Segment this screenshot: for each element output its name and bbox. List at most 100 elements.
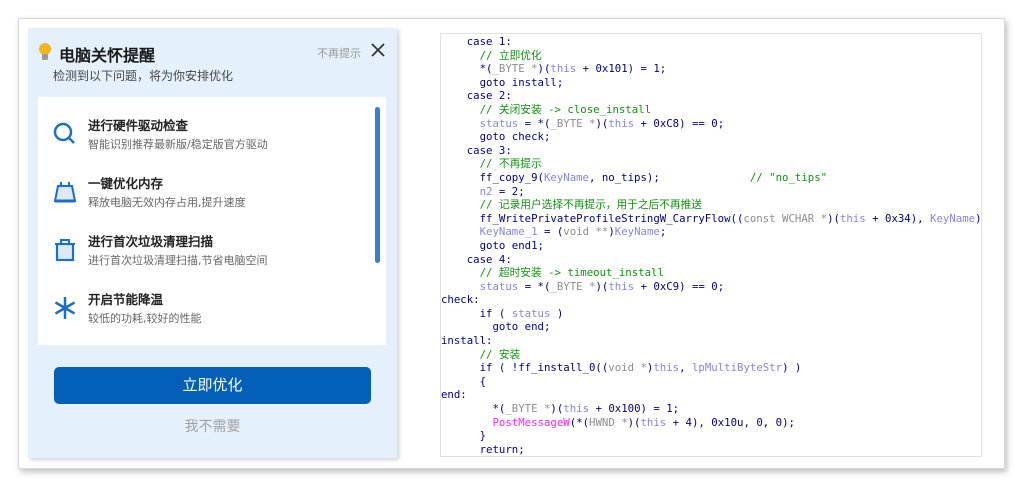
code-token: + 0xC9) == 0;: [634, 279, 725, 293]
code-token: = 2;: [492, 184, 525, 198]
no-thanks-button[interactable]: 我不需要: [28, 416, 397, 436]
code-token: HWND *: [589, 415, 628, 429]
code-token: // 立即优化: [441, 48, 542, 62]
code-line: // 超时安装 -> timeout_install: [441, 266, 981, 280]
trash-icon: [55, 239, 75, 262]
code-token: // 记录用户选择不再提示，用于之后不再推送: [441, 198, 702, 212]
code-token: )(: [550, 402, 564, 416]
code-token: *(: [441, 402, 506, 416]
code-token: = *(: [518, 116, 551, 130]
code-token: this: [563, 402, 590, 416]
code-line: ff_copy_9(KeyName, no_tips); // "no_tips…: [441, 170, 981, 185]
code-line: install:: [441, 334, 981, 348]
lightbulb-icon: [39, 43, 51, 60]
code-token: + 0x34),: [865, 211, 931, 225]
code-token: , no_tips);: [589, 170, 660, 184]
item-title: 一键优化内存: [88, 176, 164, 191]
code-token: + 0x100) = 1;: [589, 402, 680, 416]
code-token: this: [640, 415, 667, 429]
code-line: KeyName_1 = (void **)KeyName;: [441, 225, 981, 239]
code-token: status: [441, 116, 519, 130]
code-token: );: [975, 211, 982, 225]
code-token: _BYTE *: [492, 62, 538, 76]
code-token: PostMessageW: [441, 415, 570, 429]
optimize-now-button[interactable]: 立即优化: [54, 367, 371, 404]
item-desc: 释放电脑无效内存占用,提升速度: [88, 196, 246, 209]
code-line: {: [441, 374, 981, 389]
scrollbar[interactable]: [375, 107, 380, 263]
memory-icon: [53, 182, 77, 203]
code-token: return;: [441, 442, 525, 456]
code-line: goto install;: [441, 76, 981, 90]
code-token: ): [550, 306, 564, 320]
code-token: KeyName: [930, 211, 976, 225]
code-token: status: [511, 306, 551, 320]
code-token: const WCHAR *: [743, 211, 828, 225]
code-line: if ( !ff_install_0((void *)this, lpMulti…: [441, 361, 981, 375]
code-token: void **: [563, 225, 609, 239]
item-title: 进行首次垃圾清理扫描: [88, 234, 214, 249]
code-line: goto end1;: [441, 239, 981, 253]
item-desc: 较低的功耗,较好的性能: [88, 312, 202, 325]
code-token: n2: [441, 184, 493, 198]
code-token: )(: [827, 211, 840, 225]
code-token: ff_copy_9(: [441, 170, 544, 184]
code-line: goto check;: [441, 130, 981, 144]
code-token: this: [839, 211, 866, 225]
code-token: // 超时安装 -> timeout_install: [441, 266, 664, 280]
code-line: ff_WritePrivateProfileStringW_CarryFlow(…: [441, 211, 982, 226]
code-token: KeyName: [543, 170, 589, 184]
code-token: + 0xC8) == 0;: [634, 116, 725, 130]
item-desc: 智能识别推荐最新版/稳定版官方驱动: [88, 138, 268, 151]
dont-remind-link[interactable]: 不再提示: [317, 45, 361, 61]
code-token: _BYTE *: [550, 116, 596, 130]
code-line: *(_BYTE *)(this + 0x101) = 1;: [441, 62, 981, 76]
code-token: + 0x101) = 1;: [576, 62, 667, 76]
code-token: install:: [441, 334, 493, 348]
code-token: )(: [537, 62, 551, 76]
pc-care-reminder-dialog: 电脑关怀提醒 检测到以下问题，将为你安排优化 不再提示 进行硬件驱动检查 智能识…: [28, 28, 397, 458]
code-token: this: [608, 279, 635, 293]
issue-list: 进行硬件驱动检查 智能识别推荐最新版/稳定版官方驱动 一键优化内存 释放电脑无效…: [38, 97, 386, 345]
search-icon: [53, 122, 75, 144]
code-token: // 安装: [441, 347, 521, 361]
code-token: case 2:: [441, 89, 512, 103]
code-token: status: [441, 279, 519, 293]
code-line: end:: [441, 388, 981, 402]
code-line: status = *(_BYTE *)(this + 0xC9) == 0;: [441, 279, 981, 294]
code-line: // 安装: [441, 347, 981, 362]
list-item: 一键优化内存 释放电脑无效内存占用,提升速度: [38, 173, 368, 223]
item-title: 进行硬件驱动检查: [88, 118, 189, 133]
code-token: end:: [441, 388, 467, 402]
code-token: if ( !ff_install_0((: [441, 361, 609, 375]
code-line: check:: [441, 293, 981, 307]
code-token: KeyName: [614, 225, 660, 239]
code-token: ) ): [782, 361, 802, 375]
code-token: )(: [595, 279, 609, 293]
code-lines: case 1: // 立即优化 *(_BYTE *)(this + 0x101)…: [441, 35, 982, 456]
snowflake-icon: [54, 297, 76, 319]
decompiled-code-panel: case 1: // 立即优化 *(_BYTE *)(this + 0x101)…: [440, 33, 982, 457]
code-token: KeyName_1: [441, 225, 538, 239]
close-icon[interactable]: [370, 42, 386, 58]
item-title: 开启节能降温: [88, 292, 164, 307]
code-token: )(: [627, 415, 641, 429]
code-token: ;: [659, 225, 667, 239]
code-token: case 3:: [441, 143, 512, 157]
code-token: void *: [608, 361, 647, 375]
code-token: )(: [595, 116, 609, 130]
code-token: *(: [441, 62, 493, 76]
code-token: goto end;: [441, 320, 551, 334]
item-desc: 进行首次垃圾清理扫描,节省电脑空间: [88, 254, 268, 267]
code-token: this: [608, 116, 635, 130]
code-line: return;: [441, 442, 981, 456]
code-line: *(_BYTE *)(this + 0x100) = 1;: [441, 402, 981, 416]
code-token: // 关闭安装 -> close_install: [441, 102, 652, 116]
code-line: case 1:: [441, 35, 981, 49]
code-token: ,: [679, 361, 692, 375]
code-token: check:: [441, 293, 480, 307]
code-token: {: [441, 374, 487, 388]
code-token: // "no_tips": [659, 170, 828, 184]
code-line: goto end;: [441, 320, 981, 334]
code-line: // 立即优化: [441, 48, 981, 63]
